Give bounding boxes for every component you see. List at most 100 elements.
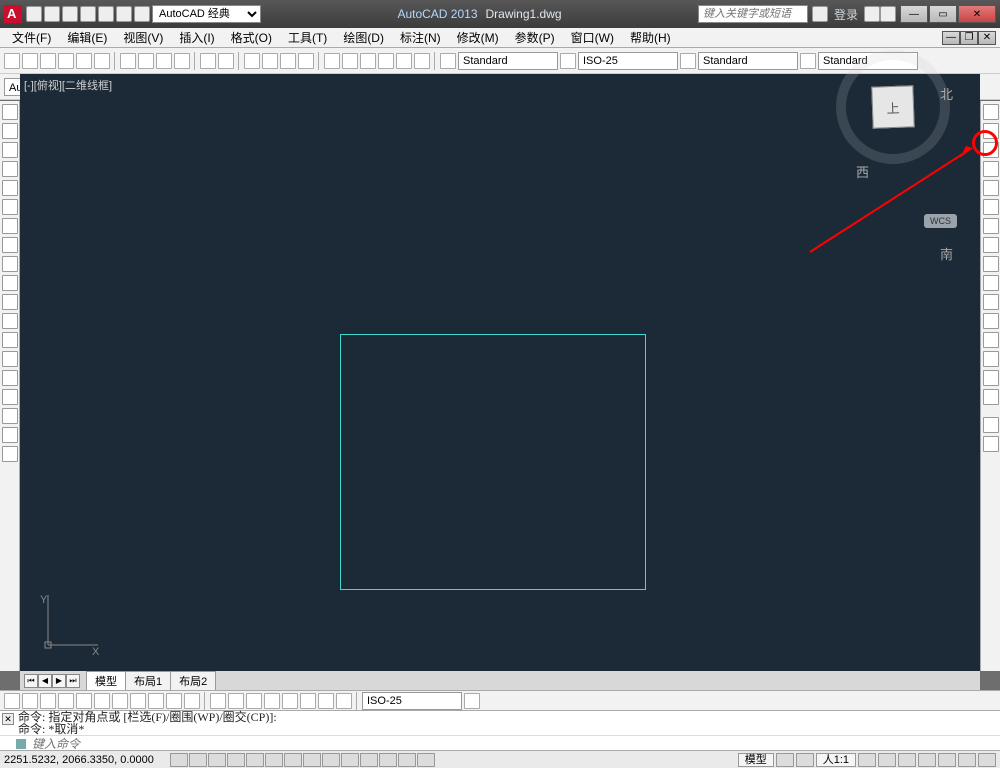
save-icon[interactable] bbox=[62, 6, 78, 22]
ducs-toggle[interactable] bbox=[303, 753, 321, 767]
cleanscreen-icon[interactable] bbox=[978, 753, 996, 767]
tab-layout1[interactable]: 布局1 bbox=[125, 671, 171, 690]
extend-icon[interactable] bbox=[983, 294, 999, 310]
scale-icon[interactable] bbox=[983, 237, 999, 253]
qp-toggle[interactable] bbox=[379, 753, 397, 767]
point-icon[interactable] bbox=[2, 351, 18, 367]
table-icon[interactable] bbox=[2, 427, 18, 443]
erase-icon[interactable] bbox=[983, 104, 999, 120]
markup-icon[interactable] bbox=[396, 53, 412, 69]
saveas-icon[interactable] bbox=[80, 6, 96, 22]
menu-edit[interactable]: 编辑(E) bbox=[59, 27, 115, 48]
rectangle-entity[interactable] bbox=[340, 334, 646, 590]
coords-readout[interactable]: 2251.5232, 2066.3350, 0.0000 bbox=[4, 754, 154, 766]
doc-close-button[interactable]: ✕ bbox=[978, 31, 996, 45]
publish-icon[interactable] bbox=[94, 53, 110, 69]
mleaderstyle-icon[interactable] bbox=[800, 53, 816, 69]
open2-icon[interactable] bbox=[22, 53, 38, 69]
menu-draw[interactable]: 绘图(D) bbox=[335, 27, 392, 48]
close-button[interactable]: ✕ bbox=[958, 5, 996, 23]
tablestyle-combo[interactable]: Standard bbox=[698, 52, 798, 70]
menu-parametric[interactable]: 参数(P) bbox=[507, 27, 563, 48]
paste-icon[interactable] bbox=[156, 53, 172, 69]
makeblock-icon[interactable] bbox=[2, 332, 18, 348]
circle-icon[interactable] bbox=[2, 218, 18, 234]
am-toggle[interactable] bbox=[417, 753, 435, 767]
menu-window[interactable]: 窗口(W) bbox=[563, 27, 622, 48]
dist-icon[interactable] bbox=[983, 417, 999, 433]
viewport-label[interactable]: [-][俯视][二维线框] bbox=[24, 77, 112, 93]
spline-icon[interactable] bbox=[2, 256, 18, 272]
snap-toggle[interactable] bbox=[170, 753, 188, 767]
designcenter-icon[interactable] bbox=[342, 53, 358, 69]
tab-last-icon[interactable]: ⏭ bbox=[66, 674, 80, 688]
rectangle-icon[interactable] bbox=[2, 180, 18, 196]
join-icon[interactable] bbox=[983, 332, 999, 348]
ucs-icon[interactable]: X Y bbox=[34, 589, 106, 657]
annoauto-icon[interactable] bbox=[878, 753, 896, 767]
sheetset-icon[interactable] bbox=[378, 53, 394, 69]
workspace-dropdown-qat[interactable]: AutoCAD 经典 bbox=[152, 5, 261, 23]
hatch-icon[interactable] bbox=[2, 370, 18, 386]
diminspect-icon[interactable] bbox=[282, 693, 298, 709]
dimarc-icon[interactable] bbox=[40, 693, 56, 709]
explode-icon[interactable] bbox=[983, 389, 999, 405]
ortho-toggle[interactable] bbox=[208, 753, 226, 767]
preview-icon[interactable] bbox=[76, 53, 92, 69]
chamfer-icon[interactable] bbox=[983, 351, 999, 367]
zoomwindow-icon[interactable] bbox=[280, 53, 296, 69]
mtext-icon[interactable] bbox=[2, 446, 18, 462]
ellipse-icon[interactable] bbox=[2, 275, 18, 291]
revcloud-icon[interactable] bbox=[2, 237, 18, 253]
offset-icon[interactable] bbox=[983, 161, 999, 177]
dimstyle-icon[interactable] bbox=[560, 53, 576, 69]
dimaligned-icon[interactable] bbox=[22, 693, 38, 709]
tab-layout2[interactable]: 布局2 bbox=[170, 671, 216, 690]
menu-modify[interactable]: 修改(M) bbox=[449, 27, 507, 48]
isolate-icon[interactable] bbox=[958, 753, 976, 767]
plot-icon[interactable] bbox=[98, 6, 114, 22]
trim-icon[interactable] bbox=[983, 275, 999, 291]
toolbar-lock-icon[interactable] bbox=[918, 753, 936, 767]
wcs-dropdown[interactable]: WCS bbox=[924, 214, 957, 228]
annoscale-combo[interactable]: 人1:1 bbox=[816, 753, 856, 767]
pline-icon[interactable] bbox=[2, 142, 18, 158]
workspace-switch-icon[interactable] bbox=[898, 753, 916, 767]
polygon-icon[interactable] bbox=[2, 161, 18, 177]
properties-icon[interactable] bbox=[324, 53, 340, 69]
dimradius-icon[interactable] bbox=[76, 693, 92, 709]
dimtedit-icon[interactable] bbox=[336, 693, 352, 709]
modelspace-toggle[interactable]: 模型 bbox=[738, 753, 774, 767]
hardware-accel-icon[interactable] bbox=[938, 753, 956, 767]
menu-format[interactable]: 格式(O) bbox=[223, 27, 280, 48]
quickview-l-icon[interactable] bbox=[776, 753, 794, 767]
dimangular-icon[interactable] bbox=[130, 693, 146, 709]
dimstyle-current-combo[interactable]: ISO-25 bbox=[362, 692, 462, 710]
quickdim-icon[interactable] bbox=[148, 693, 164, 709]
minimize-button[interactable]: — bbox=[900, 5, 928, 23]
dimbreak-icon[interactable] bbox=[228, 693, 244, 709]
xline-icon[interactable] bbox=[2, 123, 18, 139]
sc-toggle[interactable] bbox=[398, 753, 416, 767]
tab-prev-icon[interactable]: ◀ bbox=[38, 674, 52, 688]
dimspace-icon[interactable] bbox=[210, 693, 226, 709]
dimcontinue-icon[interactable] bbox=[184, 693, 200, 709]
matchprop-icon[interactable] bbox=[174, 53, 190, 69]
textstyle-combo[interactable]: Standard bbox=[458, 52, 558, 70]
dimstyle-combo[interactable]: ISO-25 bbox=[578, 52, 678, 70]
undo-icon[interactable] bbox=[116, 6, 132, 22]
copy-icon[interactable] bbox=[138, 53, 154, 69]
area-icon[interactable] bbox=[983, 436, 999, 452]
search-icon[interactable] bbox=[812, 6, 828, 22]
stretch-icon[interactable] bbox=[983, 256, 999, 272]
doc-minimize-button[interactable]: — bbox=[942, 31, 960, 45]
help-icon[interactable] bbox=[880, 6, 896, 22]
dimlinear-icon[interactable] bbox=[4, 693, 20, 709]
line-icon[interactable] bbox=[2, 104, 18, 120]
osnap-toggle[interactable] bbox=[246, 753, 264, 767]
dimbaseline-icon[interactable] bbox=[166, 693, 182, 709]
qnew-icon[interactable] bbox=[4, 53, 20, 69]
polar-toggle[interactable] bbox=[227, 753, 245, 767]
region-icon[interactable] bbox=[2, 408, 18, 424]
zoom-icon[interactable] bbox=[262, 53, 278, 69]
